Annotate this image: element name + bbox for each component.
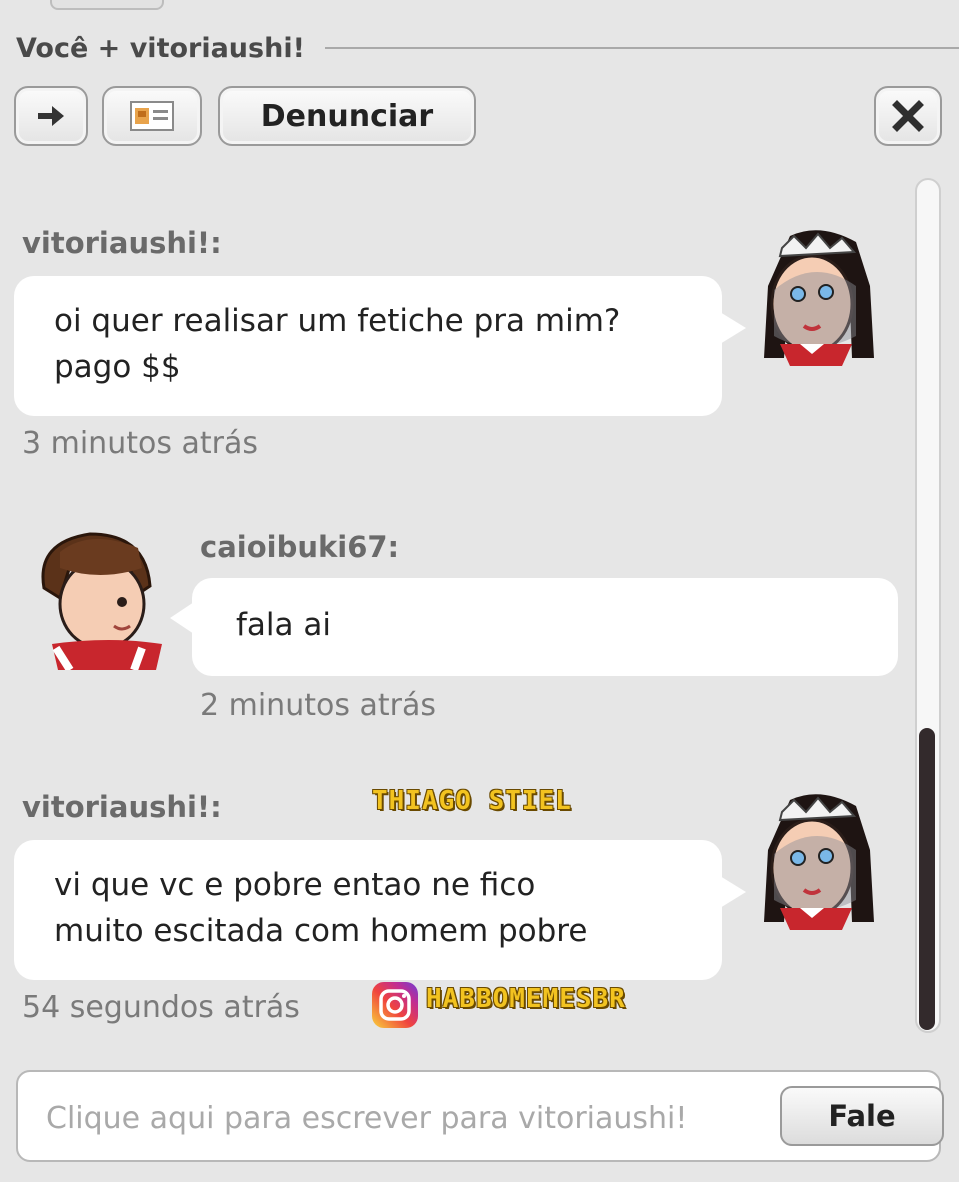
instagram-handle-watermark: HABBOMEMESBR: [426, 984, 626, 1014]
message-text-line: pago $$: [54, 349, 181, 385]
report-button[interactable]: Denunciar: [218, 86, 476, 146]
caioibuki67-avatar: [41, 532, 162, 670]
message-sender: vitoriaushi!:: [22, 226, 222, 260]
message-timestamp: 2 minutos atrás: [200, 688, 436, 723]
view-profile-button[interactable]: [102, 86, 202, 146]
chat-title: Você + vitoriaushi!: [16, 32, 305, 64]
send-button[interactable]: Fale: [780, 1086, 944, 1146]
go-to-user-button[interactable]: [14, 86, 88, 146]
message-sender: vitoriaushi!:: [22, 790, 222, 824]
vitoriaushi-avatar: [764, 794, 874, 930]
close-x-icon: [892, 100, 924, 132]
message-bubble: fala ai: [170, 578, 898, 676]
profile-card-icon: [130, 101, 174, 131]
message-composer: Fale: [16, 1070, 944, 1162]
message-timestamp: 3 minutos atrás: [22, 426, 258, 461]
message-timestamp: 54 segundos atrás: [22, 990, 300, 1025]
chat-header: Você + vitoriaushi!: [16, 26, 959, 70]
message-text-line: vi que vc e pobre entao ne fico: [54, 867, 536, 903]
instagram-icon: [372, 982, 418, 1028]
message-sender: caioibuki67:: [200, 530, 400, 564]
window-top-edge: [50, 0, 164, 10]
scrollbar-thumb[interactable]: [919, 728, 935, 1030]
message-text-line: muito escitada com homem pobre: [54, 913, 588, 949]
credit-watermark: THIAGO STIEL: [372, 786, 572, 816]
message-bubble: vi que vc e pobre entao ne fico muito es…: [14, 840, 746, 980]
arrow-right-icon: [38, 106, 64, 126]
message-text-line: oi quer realisar um fetiche pra mim?: [54, 303, 621, 339]
message-text-line: fala ai: [236, 607, 331, 643]
close-button[interactable]: [874, 86, 942, 146]
vitoriaushi-avatar: [764, 230, 874, 366]
title-divider: [324, 47, 959, 49]
message-bubble: oi quer realisar um fetiche pra mim? pag…: [14, 276, 746, 416]
message-input[interactable]: [44, 1092, 778, 1144]
